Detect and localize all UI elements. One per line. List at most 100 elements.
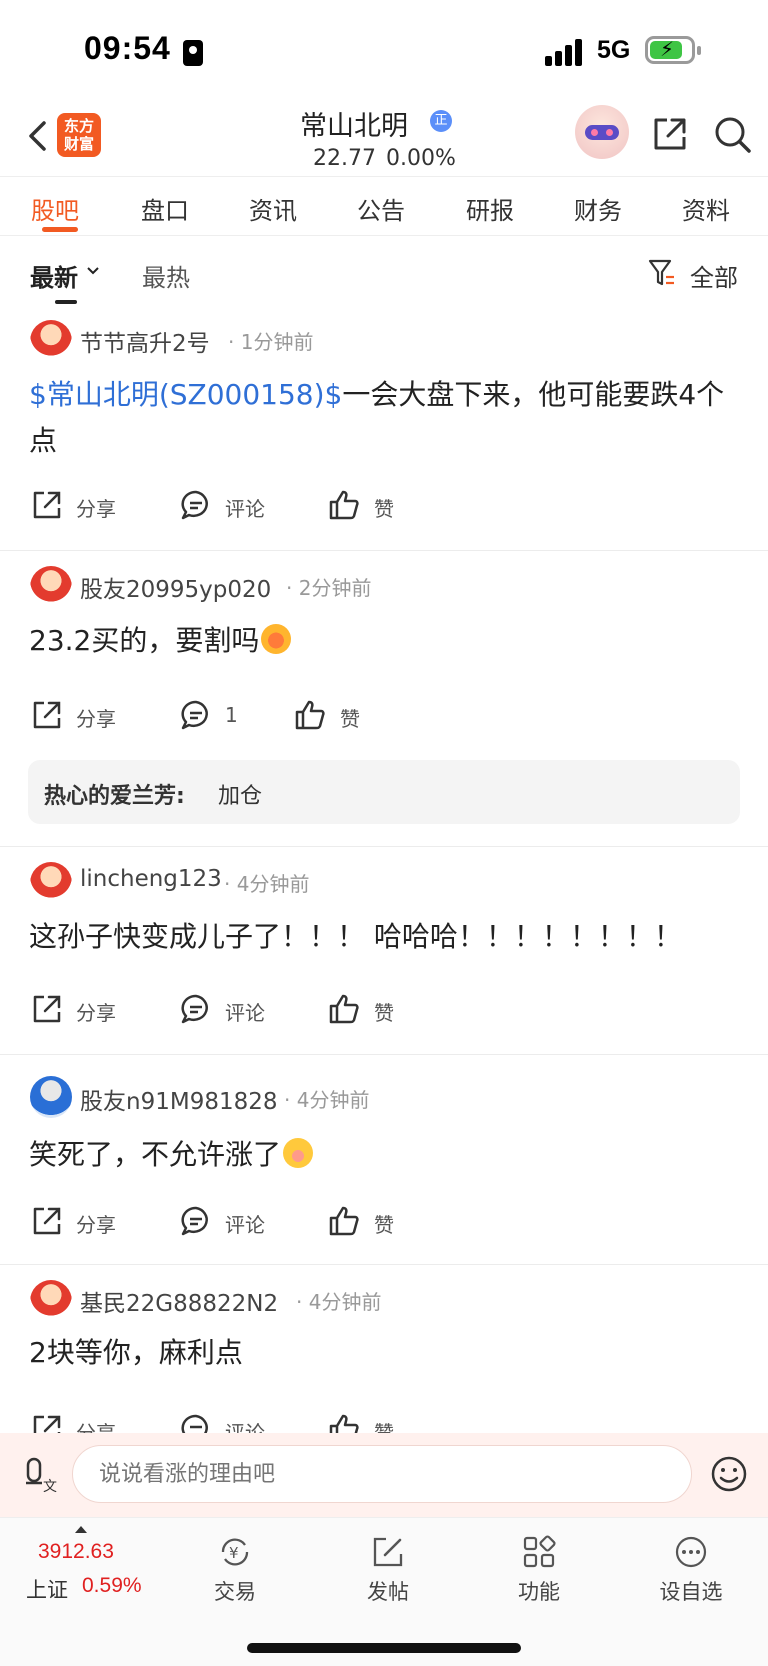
- share-label[interactable]: 分享: [76, 1209, 116, 1238]
- post-username[interactable]: lincheng123: [80, 866, 222, 892]
- post-content[interactable]: 这孙子快变成儿子了！！！ 哈哈哈！！！！！！！！: [29, 914, 741, 960]
- tab-news[interactable]: 资讯: [249, 191, 297, 226]
- share-icon[interactable]: [30, 1412, 64, 1433]
- stock-mention-link[interactable]: $常山北明(SZ000158)$: [29, 378, 342, 411]
- post-item[interactable]: 股友20995yp020 · 2分钟前 23.2买的，要割吗 分享 1 赞 热心…: [0, 550, 768, 847]
- like-label[interactable]: 赞: [374, 1209, 394, 1238]
- post-item[interactable]: 基民22G88822N2 · 4分钟前 2块等你，麻利点 分享 评论 赞: [0, 1264, 768, 1433]
- tab-guba[interactable]: 股吧: [31, 191, 79, 226]
- comment-label[interactable]: 评论: [225, 493, 265, 522]
- tab-finance[interactable]: 财务: [574, 191, 622, 226]
- comment-icon[interactable]: [179, 992, 213, 1026]
- like-label[interactable]: 赞: [374, 1417, 394, 1433]
- nav-functions[interactable]: 功能: [494, 1534, 584, 1606]
- search-icon[interactable]: [712, 114, 752, 154]
- index-change[interactable]: 0.59%: [82, 1574, 142, 1598]
- post-content[interactable]: $常山北明(SZ000158)$一会大盘下来，他可能要跌4个点: [29, 372, 741, 464]
- index-up-arrow-icon: [75, 1526, 87, 1533]
- tab-profile[interactable]: 资料: [682, 191, 730, 226]
- back-icon[interactable]: [24, 118, 56, 154]
- post-username[interactable]: 股友n91M981828: [80, 1082, 278, 1116]
- nav-trade-label: 交易: [214, 1580, 256, 1604]
- sort-bar: 最新 最热 全部: [0, 236, 768, 304]
- sort-hot[interactable]: 最热: [142, 258, 190, 293]
- comment-label[interactable]: 评论: [225, 1417, 265, 1433]
- post-username[interactable]: 股友20995yp020: [80, 570, 271, 604]
- status-time: 09:54: [84, 30, 171, 66]
- comment-count[interactable]: 1: [225, 703, 238, 727]
- thumbs-up-icon[interactable]: [327, 1412, 361, 1433]
- comment-icon[interactable]: [179, 1204, 213, 1238]
- post-content[interactable]: 23.2买的，要割吗: [29, 618, 741, 664]
- thumbs-up-icon[interactable]: [327, 488, 361, 522]
- tab-research[interactable]: 研报: [466, 191, 514, 226]
- stock-name: 常山北明: [300, 111, 408, 142]
- share-icon[interactable]: [650, 114, 690, 154]
- like-label[interactable]: 赞: [374, 493, 394, 522]
- home-indicator[interactable]: [247, 1643, 521, 1653]
- sort-latest[interactable]: 最新: [30, 258, 78, 293]
- thumbs-up-icon[interactable]: [293, 698, 327, 732]
- post-username[interactable]: 节节高升2号: [80, 324, 210, 358]
- trade-icon: ¥: [221, 1538, 249, 1566]
- avatar[interactable]: [30, 862, 72, 904]
- share-icon[interactable]: [30, 488, 64, 522]
- post-item[interactable]: 股友n91M981828 · 4分钟前 笑死了，不允许涨了 分享 评论 赞: [0, 1054, 768, 1265]
- like-label[interactable]: 赞: [374, 997, 394, 1026]
- stock-change: 0.00%: [386, 146, 456, 171]
- avatar[interactable]: [30, 320, 72, 362]
- avatar[interactable]: [30, 566, 72, 608]
- like-label[interactable]: 赞: [340, 703, 360, 732]
- sim-card-icon: [183, 40, 203, 66]
- nav-trade[interactable]: ¥ 交易: [190, 1534, 280, 1606]
- share-icon[interactable]: [30, 992, 64, 1026]
- emoji-icon[interactable]: [710, 1455, 748, 1493]
- post-content[interactable]: 2块等你，麻利点: [29, 1330, 741, 1376]
- share-label[interactable]: 分享: [76, 703, 116, 732]
- voice-input-icon[interactable]: 文: [24, 1455, 58, 1495]
- chevron-down-icon[interactable]: [86, 264, 100, 278]
- comment-icon[interactable]: [179, 698, 213, 732]
- nav-post-label: 发帖: [367, 1580, 409, 1604]
- comment-label[interactable]: 评论: [225, 1209, 265, 1238]
- reply-preview[interactable]: 热心的爱兰芳: 加仓: [28, 760, 740, 824]
- share-label[interactable]: 分享: [76, 1417, 116, 1433]
- comment-icon[interactable]: [179, 488, 213, 522]
- share-label[interactable]: 分享: [76, 997, 116, 1026]
- post-content[interactable]: 笑死了，不允许涨了: [29, 1132, 741, 1178]
- app-logo[interactable]: 东方财富: [57, 113, 101, 157]
- comment-bar: 文: [0, 1433, 768, 1517]
- flushed-emoji-icon: [283, 1138, 314, 1168]
- post-time: · 4分钟前: [224, 872, 310, 896]
- comment-input[interactable]: [72, 1445, 692, 1503]
- nav-watchlist[interactable]: 设自选: [646, 1534, 736, 1606]
- post-actions: 分享 评论 赞: [0, 1202, 768, 1242]
- avatar[interactable]: [30, 1280, 72, 1322]
- robot-assistant-icon[interactable]: [575, 105, 629, 159]
- post-time: · 4分钟前: [284, 1088, 370, 1112]
- post-item[interactable]: lincheng123 · 4分钟前 这孙子快变成儿子了！！！ 哈哈哈！！！！！…: [0, 846, 768, 1055]
- post-text: 2块等你，麻利点: [29, 1336, 243, 1369]
- post-item[interactable]: 节节高升2号 · 1分钟前 $常山北明(SZ000158)$一会大盘下来，他可能…: [0, 304, 768, 551]
- share-icon[interactable]: [30, 698, 64, 732]
- thumbs-up-icon[interactable]: [327, 1204, 361, 1238]
- nav-post[interactable]: 发帖: [343, 1534, 433, 1606]
- index-name[interactable]: 上证: [26, 1574, 68, 1604]
- index-value[interactable]: 3912.63: [38, 1540, 114, 1564]
- thumbs-up-icon[interactable]: [327, 992, 361, 1026]
- tab-pankou[interactable]: 盘口: [141, 191, 189, 226]
- tab-announcements[interactable]: 公告: [357, 191, 405, 226]
- battery-icon: ⚡: [645, 36, 701, 64]
- filter-icon[interactable]: [648, 258, 676, 288]
- stock-header: 东方财富 常山北明 正 22.77 0.00%: [0, 100, 768, 177]
- post-actions: 分享 1 赞: [0, 696, 768, 736]
- comment-label[interactable]: 评论: [225, 997, 265, 1026]
- share-label[interactable]: 分享: [76, 493, 116, 522]
- share-icon[interactable]: [30, 1204, 64, 1238]
- post-username[interactable]: 基民22G88822N2: [80, 1284, 278, 1318]
- comment-icon[interactable]: [179, 1412, 213, 1433]
- reply-text: 加仓: [218, 784, 263, 809]
- filter-label[interactable]: 全部: [690, 258, 738, 293]
- avatar[interactable]: [30, 1076, 72, 1118]
- section-tabs: 股吧 盘口 资讯 公告 研报 财务 资料: [0, 177, 768, 236]
